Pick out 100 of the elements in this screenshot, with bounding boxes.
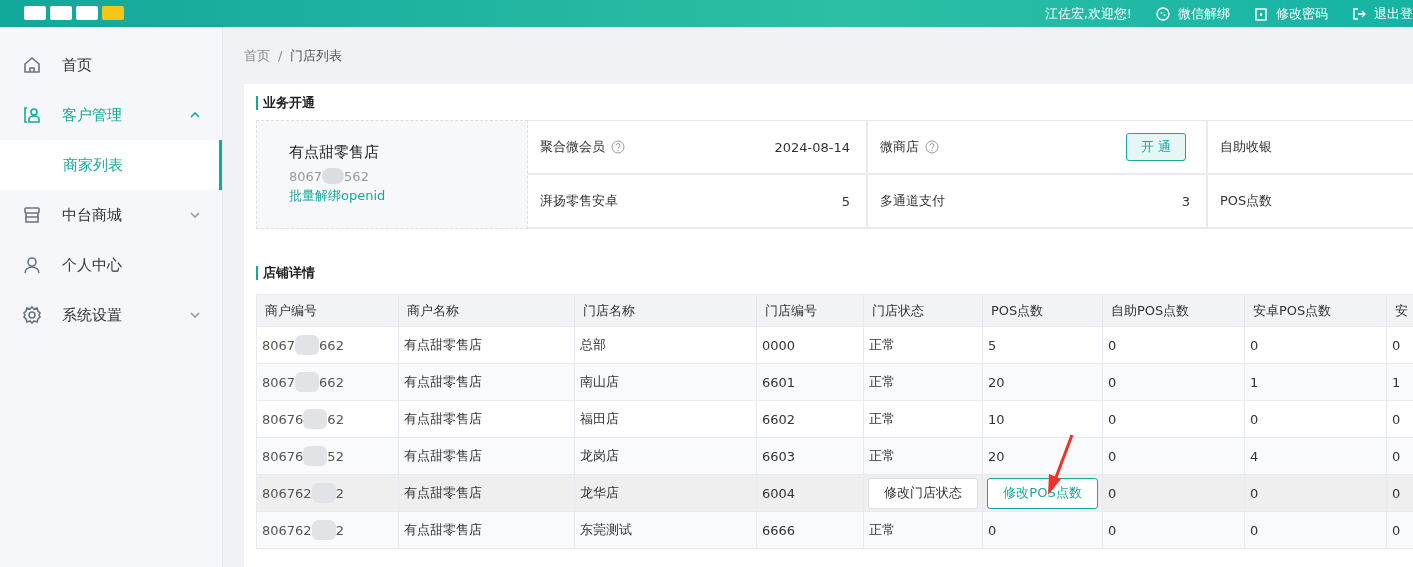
table-cell: 806762 [262,522,312,538]
help-icon [925,140,939,154]
table-cell: 0 [1108,485,1117,501]
nav-item[interactable]: 中台商城 [0,190,222,240]
table-cell: 0 [1392,337,1401,353]
user-icon [22,255,42,275]
table-cell: 有点甜零售店 [404,374,482,389]
shop-icon [22,205,42,225]
table-cell: 正常 [869,448,895,463]
table-cell: 0 [1250,522,1259,538]
table-cell: 6666 [762,522,796,538]
table-cell: 0 [1108,374,1117,390]
header-link[interactable]: 退出登 [1352,4,1413,23]
home-icon [22,55,42,75]
redaction-blur [322,168,345,184]
table-cell: 806762 [262,485,312,501]
table-cell: 6603 [762,448,796,464]
section-title: 业务开通 [256,96,1413,110]
table-cell: 0 [1392,522,1401,538]
logout-icon [1352,6,1366,21]
table-cell: 0 [1108,448,1117,464]
table-cell: 正常 [869,374,895,389]
service-name: 微商店 [880,138,919,156]
table-cell: 1 [1392,374,1401,390]
header-link[interactable]: 微信解绑 [1156,4,1230,23]
table-cell: 62 [327,411,344,427]
chevron-down-icon [190,312,200,318]
redaction-blur [295,335,320,355]
service-name: 多通道支付 [880,192,945,210]
column-header: 门店编号 [756,294,864,327]
service-value: 3 [1181,193,1190,209]
table-cell: 龙岗店 [580,448,619,463]
breadcrumb-item[interactable]: 首页 [244,46,270,65]
table-cell: 正常 [869,337,895,352]
table-cell: 0 [1108,522,1117,538]
nav-item[interactable]: 客户管理 [0,90,222,140]
store-name: 有点甜零售店 [289,143,380,162]
table-cell: 80676 [262,448,304,464]
table-cell: 正常 [869,522,895,537]
table-cell: 8067 [262,337,296,353]
table-cell: 0 [1250,485,1259,501]
row-action-button[interactable]: 修改门店状态 [868,477,978,509]
service-value: 2024-08-14 [774,139,850,155]
table-cell: 有点甜零售店 [404,337,482,352]
header-link[interactable]: 修改密码 [1254,4,1328,23]
table-cell: 0 [1392,448,1401,464]
column-header: 安 [1386,294,1413,327]
table-cell: 1 [1250,374,1259,390]
column-header: 安卓POS点数 [1244,294,1387,327]
breadcrumb-item: 门店列表 [290,46,343,65]
people-icon [22,105,42,125]
table-cell: 20 [988,374,1005,390]
nav-item[interactable]: 系统设置 [0,290,222,340]
chevron-down-icon [190,212,200,218]
table-cell: 0 [988,522,997,538]
table-cell: 6004 [762,485,796,501]
table-cell: 0 [1108,411,1117,427]
table-cell: 662 [319,337,344,353]
table-cell: 20 [988,448,1005,464]
table-cell: 有点甜零售店 [404,522,482,537]
service-name: 自助收银 [1220,138,1272,156]
column-header: 自助POS点数 [1102,294,1245,327]
service-name: POS点数 [1220,192,1273,210]
nav-subitem[interactable]: 商家列表 [0,140,222,190]
nav-item[interactable]: 首页 [0,40,222,90]
table-cell: 龙华店 [580,485,619,500]
table-cell: 8067 [262,374,296,390]
breadcrumb-separator: / [278,48,283,63]
table-cell: 2 [335,522,344,538]
column-header: 门店状态 [863,294,983,327]
table-cell: 0 [1392,485,1401,501]
table-cell: 正常 [869,411,895,426]
activate-button[interactable]: 开 通 [1125,133,1186,161]
welcome-text: 江佐宏,欢迎您! [1044,4,1132,23]
column-header: 门店名称 [574,294,757,327]
unbind-link[interactable]: 批量解绑openid [289,187,495,205]
column-header: POS点数 [982,294,1103,327]
merchant-id: 562 [344,168,369,184]
table-cell: 80676 [262,411,304,427]
section-title: 店铺详情 [256,266,1413,280]
redaction-blur [303,409,328,429]
table-cell: 有点甜零售店 [404,411,482,426]
table-cell: 5 [988,337,997,353]
lock-icon [1254,6,1268,21]
table-cell: 0 [1392,411,1401,427]
table-cell: 6601 [762,374,796,390]
service-value: 5 [841,193,850,209]
nav-item[interactable]: 个人中心 [0,240,222,290]
table-cell: 有点甜零售店 [404,485,482,500]
column-header: 商户编号 [256,294,399,327]
wechat-icon [1156,6,1170,21]
table-cell: 662 [319,374,344,390]
service-name: 聚合微会员 [540,138,605,156]
table-cell: 东莞测试 [580,522,632,537]
column-header: 商户名称 [398,294,575,327]
table-cell: 南山店 [580,374,619,389]
table-cell: 福田店 [580,411,619,426]
table-cell: 0 [1250,411,1259,427]
settings-icon [22,305,42,325]
chevron-up-icon [190,112,200,118]
